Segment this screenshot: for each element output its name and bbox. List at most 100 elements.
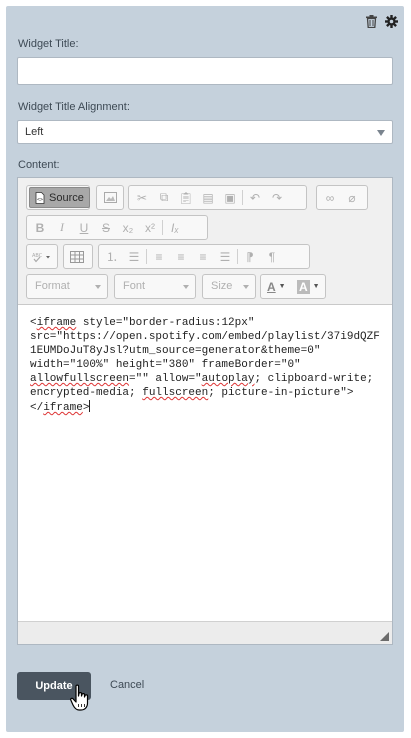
- justify-icon: ☰: [219, 249, 231, 264]
- toolbar-separator: [242, 190, 243, 205]
- subscript-icon: x₂: [122, 220, 134, 235]
- superscript-button[interactable]: x²: [139, 217, 161, 238]
- numbered-list-icon: ⒈: [105, 250, 118, 264]
- cancel-link[interactable]: Cancel: [110, 679, 144, 691]
- source-label: Source: [49, 191, 84, 204]
- undo-icon: ↶: [249, 190, 261, 205]
- cut-button[interactable]: ✂: [131, 187, 153, 208]
- background-color-icon: A: [297, 279, 310, 294]
- toolbar-separator: [162, 220, 163, 235]
- text-direction-rtl-icon: ¶: [268, 249, 276, 264]
- rich-text-editor: <> Source ✂ ⧉ 📋︎ ▤ ▣ ↶ ↷ ∞ ⌀ B I U S x₂ …: [17, 177, 393, 645]
- bulleted-list-button[interactable]: ☰: [123, 246, 145, 267]
- paste-button[interactable]: 📋︎: [175, 187, 197, 208]
- clipboard-word-icon: ▣: [224, 190, 236, 205]
- source-button[interactable]: <> Source: [29, 187, 90, 208]
- spellcheck-button[interactable]: ABC: [29, 246, 55, 267]
- numbered-list-button[interactable]: ⒈: [101, 246, 123, 267]
- scissors-icon: ✂: [136, 190, 148, 205]
- font-label: Font: [123, 280, 146, 292]
- subscript-button[interactable]: x₂: [117, 217, 139, 238]
- paragraph-group: ⒈ ☰ ≡ ≡ ≡ ☰ ⁋ ¶: [98, 244, 310, 269]
- align-center-button[interactable]: ≡: [170, 246, 192, 267]
- editor-statusbar: [18, 621, 392, 644]
- rtl-button[interactable]: ¶: [261, 246, 283, 267]
- caret-down-icon: ▼: [312, 283, 320, 290]
- title-alignment-label: Widget Title Alignment:: [18, 101, 130, 113]
- toolbar-separator: [237, 249, 238, 264]
- code-line: width="100%" height="380" frameBorder="0…: [30, 359, 301, 371]
- gear-icon[interactable]: [384, 14, 398, 28]
- redo-icon: ↷: [271, 190, 283, 205]
- table-button[interactable]: [66, 246, 88, 267]
- title-alignment-value: Left: [25, 126, 44, 138]
- clipboard-group: ✂ ⧉ 📋︎ ▤ ▣ ↶ ↷: [128, 185, 307, 210]
- italic-icon: I: [60, 220, 64, 234]
- font-combo[interactable]: Font: [114, 274, 196, 299]
- copy-button[interactable]: ⧉: [153, 187, 175, 208]
- link-group: ∞ ⌀: [316, 185, 368, 210]
- source-code-area[interactable]: <iframe style="border-radius:12px" src="…: [18, 306, 392, 621]
- paste-text-button[interactable]: ▤: [197, 187, 219, 208]
- chevron-down-icon: [95, 285, 101, 289]
- ltr-button[interactable]: ⁋: [239, 246, 261, 267]
- text-direction-ltr-icon: ⁋: [246, 249, 254, 264]
- bold-icon: B: [35, 220, 45, 235]
- chevron-down-icon: [377, 130, 385, 136]
- bold-button[interactable]: B: [29, 217, 51, 238]
- trash-icon[interactable]: [364, 14, 378, 28]
- size-label: Size: [211, 280, 233, 292]
- color-group: A ▼ A ▼: [260, 274, 326, 299]
- underline-button[interactable]: U: [73, 217, 95, 238]
- text-caret: [89, 400, 91, 412]
- format-combo[interactable]: Format: [26, 274, 108, 299]
- align-right-button[interactable]: ≡: [192, 246, 214, 267]
- widget-title-input[interactable]: [17, 57, 393, 85]
- unlink-button[interactable]: ⌀: [341, 187, 363, 208]
- resize-handle-icon[interactable]: [380, 632, 389, 641]
- align-left-icon: ≡: [155, 249, 163, 264]
- text-color-button[interactable]: A ▼: [263, 276, 293, 297]
- code-line: <iframe style="border-radius:12px": [30, 317, 255, 329]
- widget-edit-panel: Widget Title: Widget Title Alignment: Le…: [6, 6, 404, 732]
- format-label: Format: [35, 280, 70, 292]
- align-left-button[interactable]: ≡: [148, 246, 170, 267]
- redo-button[interactable]: ↷: [266, 187, 288, 208]
- justify-button[interactable]: ☰: [214, 246, 236, 267]
- image-icon: [103, 192, 117, 203]
- caret-down-icon: ▼: [278, 283, 286, 290]
- spellcheck-icon: ABC: [32, 253, 50, 262]
- strike-button[interactable]: S: [95, 217, 117, 238]
- content-label: Content:: [18, 159, 60, 171]
- undo-button[interactable]: ↶: [244, 187, 266, 208]
- widget-title-label: Widget Title:: [18, 38, 79, 50]
- code-line: encrypted-media; fullscreen; picture-in-…: [30, 387, 354, 399]
- svg-text:<>: <>: [37, 197, 43, 203]
- basic-styles-group: B I U S x₂ x² Iₓ: [26, 215, 208, 240]
- align-center-icon: ≡: [177, 249, 185, 264]
- hand-pointer-icon: [70, 684, 89, 711]
- spellcheck-group: ABC: [26, 244, 58, 269]
- image-group: [96, 185, 124, 210]
- copy-icon: ⧉: [159, 190, 169, 204]
- table-icon: [70, 250, 84, 263]
- chevron-down-icon: [183, 285, 189, 289]
- italic-button[interactable]: I: [51, 217, 73, 238]
- clipboard-text-icon: ▤: [202, 190, 214, 205]
- image-button[interactable]: [99, 187, 121, 208]
- size-combo[interactable]: Size: [202, 274, 256, 299]
- text-color-icon: A: [267, 279, 276, 294]
- source-group: <> Source: [26, 185, 90, 210]
- code-line: </iframe>: [30, 400, 91, 414]
- source-icon: <>: [35, 191, 45, 204]
- paste-word-button[interactable]: ▣: [219, 187, 241, 208]
- align-right-icon: ≡: [199, 249, 207, 264]
- code-line: src="https://open.spotify.com/embed/play…: [30, 331, 380, 343]
- bg-color-button[interactable]: A ▼: [293, 276, 323, 297]
- remove-format-button[interactable]: Iₓ: [164, 217, 186, 238]
- strikethrough-icon: S: [101, 220, 110, 235]
- remove-format-icon: Iₓ: [171, 220, 179, 235]
- title-alignment-select[interactable]: Left: [17, 120, 393, 144]
- superscript-icon: x²: [145, 220, 155, 235]
- link-button[interactable]: ∞: [319, 187, 341, 208]
